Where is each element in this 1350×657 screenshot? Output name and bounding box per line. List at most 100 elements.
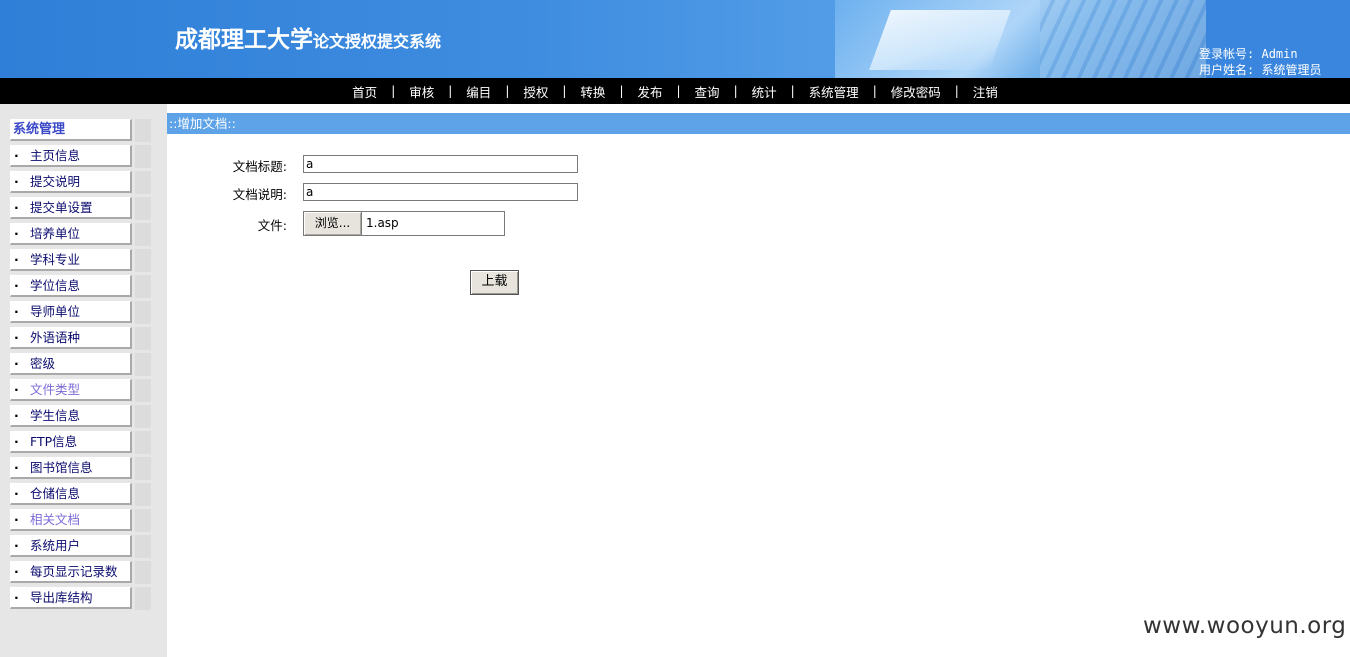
sidebar-item-export-db-structure[interactable]: · 导出库结构 xyxy=(10,587,151,610)
nav-publish[interactable]: 发布 xyxy=(633,82,666,101)
bullet-icon: · xyxy=(14,590,19,605)
sidebar-item-system-users[interactable]: · 系统用户 xyxy=(10,535,151,558)
user-name-value: 系统管理员 xyxy=(1261,63,1322,77)
bullet-icon: · xyxy=(14,304,19,319)
nav-separator: | xyxy=(733,84,738,98)
bullet-icon: · xyxy=(14,382,19,397)
bullet-icon: · xyxy=(14,148,19,163)
sidebar-item-label: 导出库结构 xyxy=(30,590,93,605)
nav-separator: | xyxy=(448,84,453,98)
bullet-icon: · xyxy=(14,538,19,553)
site-title-university: 成都理工大学 xyxy=(175,26,313,53)
nav-system-admin[interactable]: 系统管理 xyxy=(805,82,863,101)
doc-title-label: 文档标题: xyxy=(232,159,287,174)
doc-title-input[interactable] xyxy=(303,155,578,173)
sidebar-item-home-info[interactable]: · 主页信息 xyxy=(10,145,151,168)
sidebar-item-label: 相关文档 xyxy=(30,512,81,527)
doc-desc-label: 文档说明: xyxy=(232,187,287,202)
sidebar-item-ftp-info[interactable]: · FTP信息 xyxy=(10,431,151,454)
sidebar-heading-box: 系统管理 xyxy=(10,119,151,142)
bullet-icon: · xyxy=(14,200,19,215)
bullet-icon: · xyxy=(14,174,19,189)
sidebar-item-label: FTP信息 xyxy=(30,434,78,449)
sidebar-item-label: 培养单位 xyxy=(30,226,81,241)
login-info: 登录帐号: Admin 用户姓名: 系统管理员 xyxy=(1199,46,1321,78)
section-title: ::增加文档:: xyxy=(167,113,1350,134)
sidebar-item-training-unit[interactable]: · 培养单位 xyxy=(10,223,151,246)
file-label: 文件: xyxy=(257,218,287,233)
nav-statistics[interactable]: 统计 xyxy=(748,82,781,101)
file-input[interactable]: 浏览... 1.asp xyxy=(303,211,505,236)
bullet-icon: · xyxy=(14,356,19,371)
sidebar-item-label: 每页显示记录数 xyxy=(30,564,118,579)
bullet-icon: · xyxy=(14,564,19,579)
nav-home[interactable]: 首页 xyxy=(348,82,381,101)
sidebar-item-student-info[interactable]: · 学生信息 xyxy=(10,405,151,428)
sidebar-item-degree-info[interactable]: · 学位信息 xyxy=(10,275,151,298)
sidebar-item-submit-form-settings[interactable]: · 提交单设置 xyxy=(10,197,151,220)
sidebar-item-records-per-page[interactable]: · 每页显示记录数 xyxy=(10,561,151,584)
sidebar-item-discipline[interactable]: · 学科专业 xyxy=(10,249,151,272)
nav-separator: | xyxy=(676,84,681,98)
bullet-icon: · xyxy=(14,460,19,475)
nav-convert[interactable]: 转换 xyxy=(576,82,609,101)
doc-desc-input[interactable] xyxy=(303,183,578,201)
browse-button[interactable]: 浏览... xyxy=(304,212,362,235)
sidebar-item-label: 学位信息 xyxy=(30,278,81,293)
nav-review[interactable]: 审核 xyxy=(405,82,438,101)
sidebar-heading: 系统管理 xyxy=(13,122,66,137)
banner-paper-image xyxy=(869,10,1011,70)
bullet-icon: · xyxy=(14,278,19,293)
nav-separator: | xyxy=(505,84,510,98)
nav-separator: | xyxy=(790,84,795,98)
sidebar-item-label: 外语语种 xyxy=(30,330,81,345)
sidebar: 系统管理 · 主页信息 · 提交说明 · 提交单设置 · 培养单位 · 学科专业 · 学位信… xyxy=(0,104,167,657)
sidebar-item-library-info[interactable]: · 图书馆信息 xyxy=(10,457,151,480)
sidebar-item-label: 提交说明 xyxy=(30,174,81,189)
nav-authorize[interactable]: 授权 xyxy=(519,82,552,101)
user-name-label: 用户姓名: xyxy=(1199,63,1255,77)
header-banner: 成都理工大学论文授权提交系统 登录帐号: Admin 用户姓名: 系统管理员 xyxy=(0,0,1350,78)
sidebar-item-submit-instructions[interactable]: · 提交说明 xyxy=(10,171,151,194)
banner-keyboard-image xyxy=(1040,0,1206,78)
sidebar-item-label: 学科专业 xyxy=(30,252,81,267)
bullet-icon: · xyxy=(14,252,19,267)
sidebar-item-security-level[interactable]: · 密级 xyxy=(10,353,151,376)
bullet-icon: · xyxy=(14,330,19,345)
login-account-value: Admin xyxy=(1261,47,1298,61)
sidebar-item-label: 图书馆信息 xyxy=(30,460,93,475)
nav-separator: | xyxy=(391,84,396,98)
sidebar-item-repository-info[interactable]: · 仓储信息 xyxy=(10,483,151,506)
nav-logout[interactable]: 注销 xyxy=(969,82,1002,101)
bullet-icon: · xyxy=(14,226,19,241)
nav-separator: | xyxy=(954,84,959,98)
sidebar-item-advisor-unit[interactable]: · 导师单位 xyxy=(10,301,151,324)
bullet-icon: · xyxy=(14,408,19,423)
nav-separator: | xyxy=(619,84,624,98)
top-nav: 首页 | 审核 | 编目 | 授权 | 转换 | 发布 | 查询 | 统计 | … xyxy=(0,78,1350,104)
sidebar-item-label: 仓储信息 xyxy=(30,486,81,501)
site-title-system: 论文授权提交系统 xyxy=(313,32,442,51)
sidebar-item-file-type[interactable]: · 文件类型 xyxy=(10,379,151,402)
upload-button[interactable]: 上载 xyxy=(470,270,519,295)
nav-separator: | xyxy=(872,84,877,98)
sidebar-item-label: 密级 xyxy=(30,356,56,371)
login-account-label: 登录帐号: xyxy=(1199,47,1255,61)
file-name-value: 1.asp xyxy=(366,216,399,230)
bullet-icon: · xyxy=(14,434,19,449)
sidebar-item-related-docs[interactable]: · 相关文档 xyxy=(10,509,151,532)
bullet-icon: · xyxy=(14,486,19,501)
nav-query[interactable]: 查询 xyxy=(691,82,724,101)
bullet-icon: · xyxy=(14,512,19,527)
sidebar-item-label: 文件类型 xyxy=(30,382,81,397)
watermark: www.wooyun.org xyxy=(1143,613,1347,639)
nav-catalog[interactable]: 编目 xyxy=(462,82,495,101)
sidebar-item-label: 导师单位 xyxy=(30,304,81,319)
site-title: 成都理工大学论文授权提交系统 xyxy=(175,20,441,54)
sidebar-item-label: 提交单设置 xyxy=(30,200,93,215)
sidebar-item-label: 系统用户 xyxy=(30,538,81,553)
sidebar-item-label: 学生信息 xyxy=(30,408,81,423)
nav-change-password[interactable]: 修改密码 xyxy=(887,82,945,101)
nav-separator: | xyxy=(562,84,567,98)
sidebar-item-foreign-language[interactable]: · 外语语种 xyxy=(10,327,151,350)
